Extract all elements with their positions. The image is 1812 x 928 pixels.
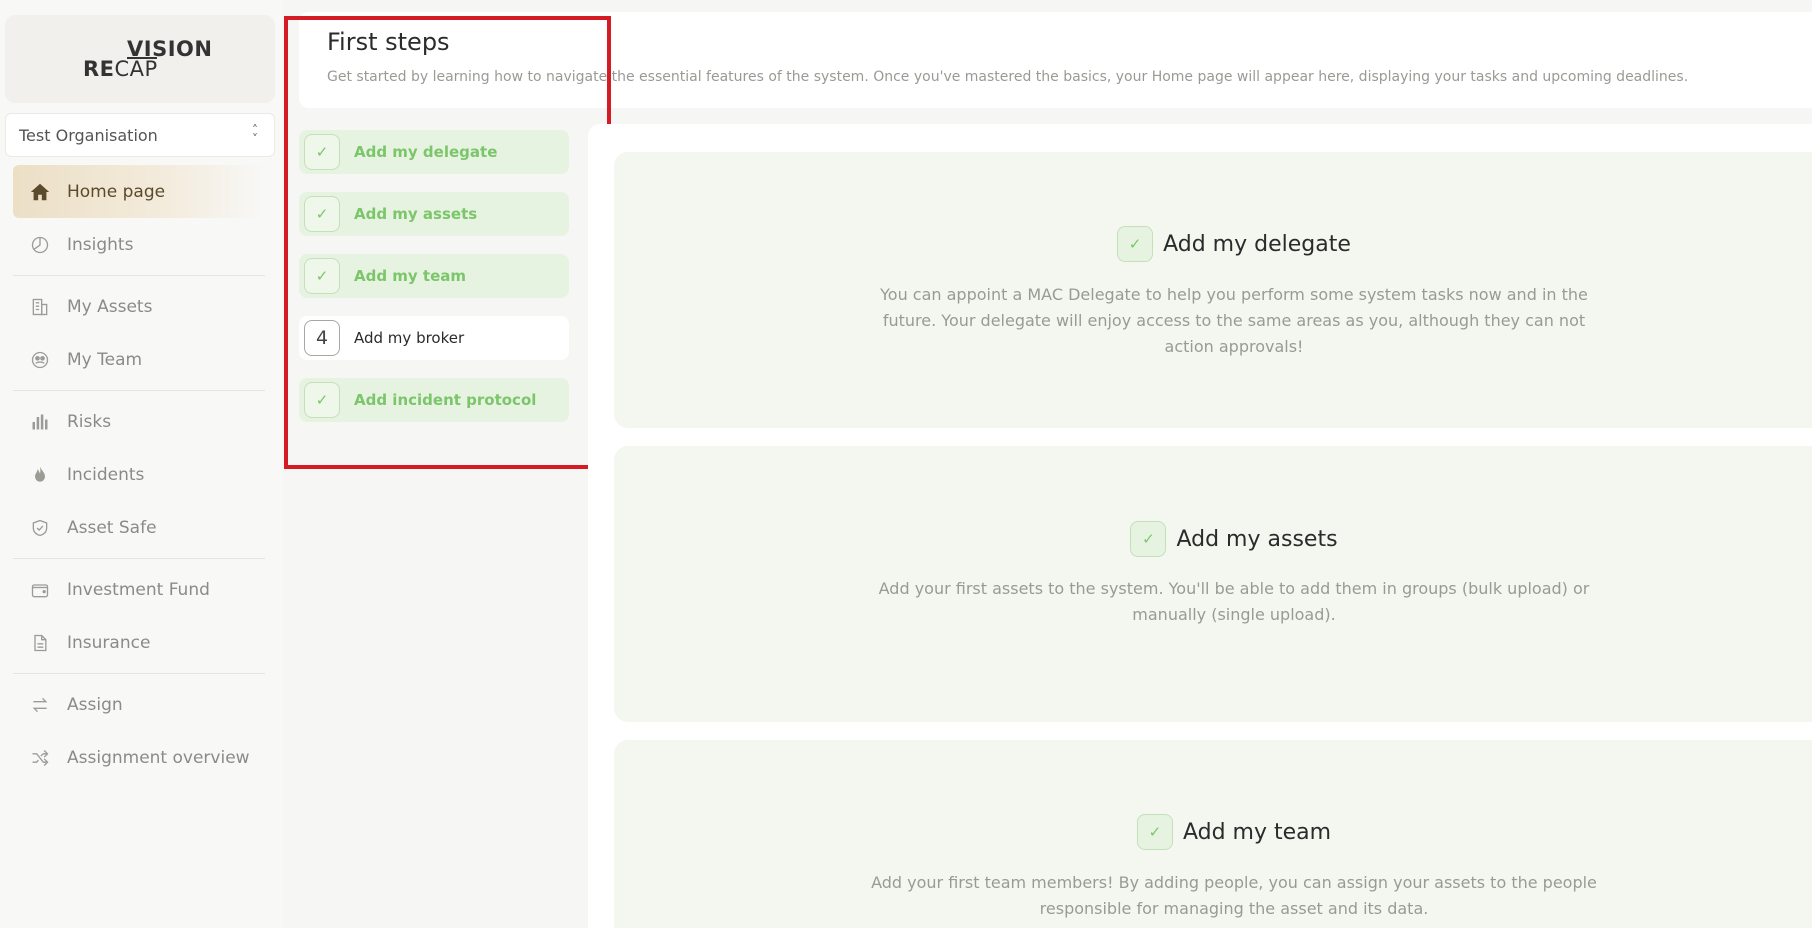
wallet-icon [29, 579, 51, 601]
logo-recap: RECAP [83, 57, 158, 81]
card-add-my-delegate: ✓ Add my delegate You can appoint a MAC … [614, 152, 1812, 428]
sidebar-item-my-assets[interactable]: My Assets [13, 280, 265, 333]
sidebar: VISION RECAP Test Organisation ˄ ˅ Home p… [0, 0, 283, 928]
card-title: Add my team [1182, 819, 1332, 845]
bar-chart-icon [29, 411, 51, 433]
sidebar-item-insurance[interactable]: Insurance [13, 616, 265, 669]
organisation-select-value: Test Organisation [19, 125, 158, 145]
sidebar-item-assignment-overview[interactable]: Assignment overview [13, 731, 265, 784]
document-icon [29, 632, 51, 654]
sidebar-item-investment-fund[interactable]: Investment Fund [13, 563, 265, 616]
logo-box[interactable]: VISION RECAP [5, 15, 275, 103]
building-icon [29, 296, 51, 318]
logo: VISION RECAP [79, 37, 212, 83]
check-icon: ✓ [1130, 521, 1167, 557]
fire-icon [29, 464, 51, 486]
card-title: Add my assets [1176, 526, 1338, 552]
check-icon: ✓ [1117, 226, 1154, 262]
sidebar-item-home-page[interactable]: Home page [13, 165, 265, 218]
organisation-select[interactable]: Test Organisation ˄ ˅ [5, 113, 275, 157]
card-add-my-assets: ✓ Add my assets Add your first assets to… [614, 446, 1812, 722]
sidebar-item-my-team[interactable]: My Team [13, 333, 265, 386]
shuffle-icon [29, 747, 51, 769]
sidebar-nav: Home page Insights My Assets My Team Ris… [13, 165, 265, 784]
pie-chart-icon [29, 234, 51, 256]
arrows-exchange-icon [29, 694, 51, 716]
check-icon: ✓ [1136, 814, 1173, 850]
sidebar-item-risks[interactable]: Risks [13, 395, 265, 448]
shield-icon [29, 517, 51, 539]
card-description: Add your first assets to the system. You… [878, 579, 1590, 624]
sidebar-item-assign[interactable]: Assign [13, 678, 265, 731]
sidebar-item-incidents[interactable]: Incidents [13, 448, 265, 501]
chevron-updown-icon: ˄ ˅ [252, 123, 258, 146]
highlight-annotation-box [284, 16, 611, 469]
card-description: Add your first team members! By adding p… [871, 873, 1597, 918]
team-icon [29, 349, 51, 371]
home-icon [29, 181, 51, 203]
sidebar-item-asset-safe[interactable]: Asset Safe [13, 501, 265, 554]
sidebar-item-insights[interactable]: Insights [13, 218, 265, 271]
card-add-my-team: ✓ Add my team Add your first team member… [614, 740, 1812, 928]
card-title: Add my delegate [1163, 231, 1351, 257]
card-description: You can appoint a MAC Delegate to help y… [880, 285, 1588, 356]
